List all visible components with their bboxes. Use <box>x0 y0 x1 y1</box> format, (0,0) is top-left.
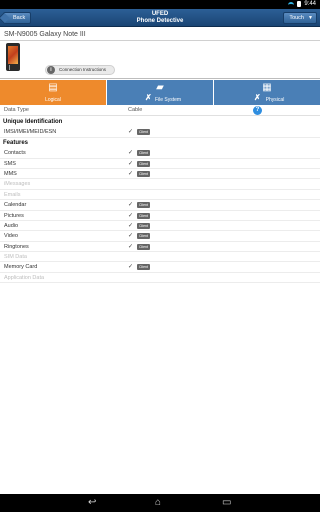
phone-screen <box>8 46 18 64</box>
list-item: iMessages <box>0 179 320 190</box>
column-cable: Cable <box>128 107 143 113</box>
check-icon: ✓ <box>128 233 134 240</box>
recents-icon[interactable]: ▭ <box>222 498 231 508</box>
device-name: SM-N9005 Galaxy Note III <box>4 31 86 38</box>
system-nav-bar: ↩ ⌂ ▭ <box>0 494 320 512</box>
info-icon: i <box>47 66 55 74</box>
client-badge: Client <box>137 129 150 136</box>
section-header: Features <box>0 138 320 148</box>
tab-label-logical: Logical <box>45 97 61 103</box>
list-item: Memory Card ✓ Client <box>0 262 320 273</box>
client-badge: Client <box>137 170 150 177</box>
list-item: Calendar ✓ Client <box>0 200 320 211</box>
data-type-label: Ringtones <box>4 243 29 250</box>
data-type-list: Unique Identification IMSI/IMEI/MEID/ESN ✓… <box>0 117 320 284</box>
app-window: 9:44 Back UFED Phone Detective Touch ▼ S… <box>0 0 320 512</box>
back-icon[interactable]: ↩ <box>88 498 96 508</box>
data-type-label: iMessages <box>4 181 31 188</box>
client-badge: Client <box>137 222 150 229</box>
touch-dropdown-button[interactable]: Touch ▼ <box>283 12 317 24</box>
tab-logical[interactable]: ▤ Logical <box>0 80 107 105</box>
tab-physical[interactable]: ▦ ✗ Physical <box>214 80 320 105</box>
chevron-down-icon: ▼ <box>308 15 313 21</box>
data-type-label: Memory Card <box>4 264 38 271</box>
data-type-label: Emails <box>4 191 21 198</box>
list-item: Audio ✓ Client <box>0 221 320 232</box>
data-type-label: SMS <box>4 160 16 167</box>
divider <box>0 40 320 41</box>
client-badge: Client <box>137 160 150 167</box>
touch-label: Touch <box>289 15 304 21</box>
data-type-label: Calendar <box>4 202 27 209</box>
document-icon: ▤ <box>48 82 58 93</box>
data-type-label: SIM Data <box>4 254 27 261</box>
check-icon: ✓ <box>128 170 134 177</box>
check-icon: ✓ <box>128 243 134 250</box>
chip-icon: ▦ <box>262 82 272 93</box>
data-type-label: Audio <box>4 222 19 229</box>
help-icon[interactable]: ? <box>253 106 262 115</box>
connection-instructions-button[interactable]: i Connection Instructions <box>45 65 115 75</box>
status-time: 9:44 <box>304 1 316 7</box>
home-icon[interactable]: ⌂ <box>155 498 161 508</box>
title-line-1: UFED <box>151 11 169 17</box>
page-title: UFED Phone Detective <box>0 11 320 25</box>
data-type-label: Pictures <box>4 212 24 219</box>
column-data-type: Data Type <box>4 107 29 113</box>
section-header: Unique Identification <box>0 117 320 127</box>
section-label: Features <box>3 139 29 146</box>
list-item: Ringtones ✓ Client <box>0 242 320 253</box>
check-icon: ✓ <box>128 222 134 229</box>
battery-icon <box>297 1 302 7</box>
list-item: SIM Data <box>0 252 320 263</box>
wifi-icon <box>288 1 295 7</box>
list-item: Pictures ✓ Client <box>0 211 320 221</box>
connection-instructions-label: Connection Instructions <box>59 67 107 72</box>
check-icon: ✓ <box>128 160 134 167</box>
title-line-2: Phone Detective <box>136 18 184 24</box>
main-content: SM-N9005 Galaxy Note III i Connection In… <box>0 27 320 494</box>
data-type-label: IMSI/IMEI/MEID/ESN <box>4 129 57 136</box>
data-type-label: Video <box>4 233 18 240</box>
stylus <box>9 65 10 70</box>
folder-icon: ▰ <box>156 82 164 93</box>
check-icon: ✓ <box>128 212 134 219</box>
check-icon: ✓ <box>128 264 134 271</box>
extraction-tabs: ▤ Logical ▰ ✗ File System ▦ ✗ Physical <box>0 80 320 105</box>
list-item: Contacts ✓ Client <box>0 148 320 159</box>
list-item: SMS ✓ Client <box>0 159 320 169</box>
client-badge: Client <box>137 150 150 157</box>
list-item: Video ✓ Client <box>0 231 320 242</box>
list-item: MMS ✓ Client <box>0 169 320 180</box>
data-type-label: Contacts <box>4 150 26 157</box>
tab-label-physical: Physical <box>265 97 285 103</box>
list-item: IMSI/IMEI/MEID/ESN ✓ Client <box>0 127 320 138</box>
client-badge: Client <box>137 243 150 250</box>
data-type-label: Application Data <box>4 274 45 281</box>
list-item: Application Data <box>0 273 320 284</box>
column-headers: Data Type Cable ? <box>0 105 320 116</box>
check-icon: ✓ <box>128 129 134 136</box>
top-nav-bar: Back UFED Phone Detective Touch ▼ <box>0 9 320 27</box>
section-label: Unique Identification <box>3 119 63 125</box>
phone-image <box>6 43 20 71</box>
tab-file-system[interactable]: ▰ ✗ File System <box>107 80 214 105</box>
tab-label-file-system: File System <box>154 97 182 103</box>
client-badge: Client <box>137 212 150 219</box>
check-icon: ✓ <box>128 150 134 157</box>
client-badge: Client <box>137 264 150 271</box>
client-badge: Client <box>137 202 150 209</box>
data-type-label: MMS <box>4 170 17 177</box>
device-header: SM-N9005 Galaxy Note III i Connection In… <box>0 27 320 79</box>
list-item: Emails <box>0 190 320 201</box>
check-icon: ✓ <box>128 202 134 209</box>
client-badge: Client <box>137 233 150 240</box>
status-bar: 9:44 <box>0 0 320 9</box>
